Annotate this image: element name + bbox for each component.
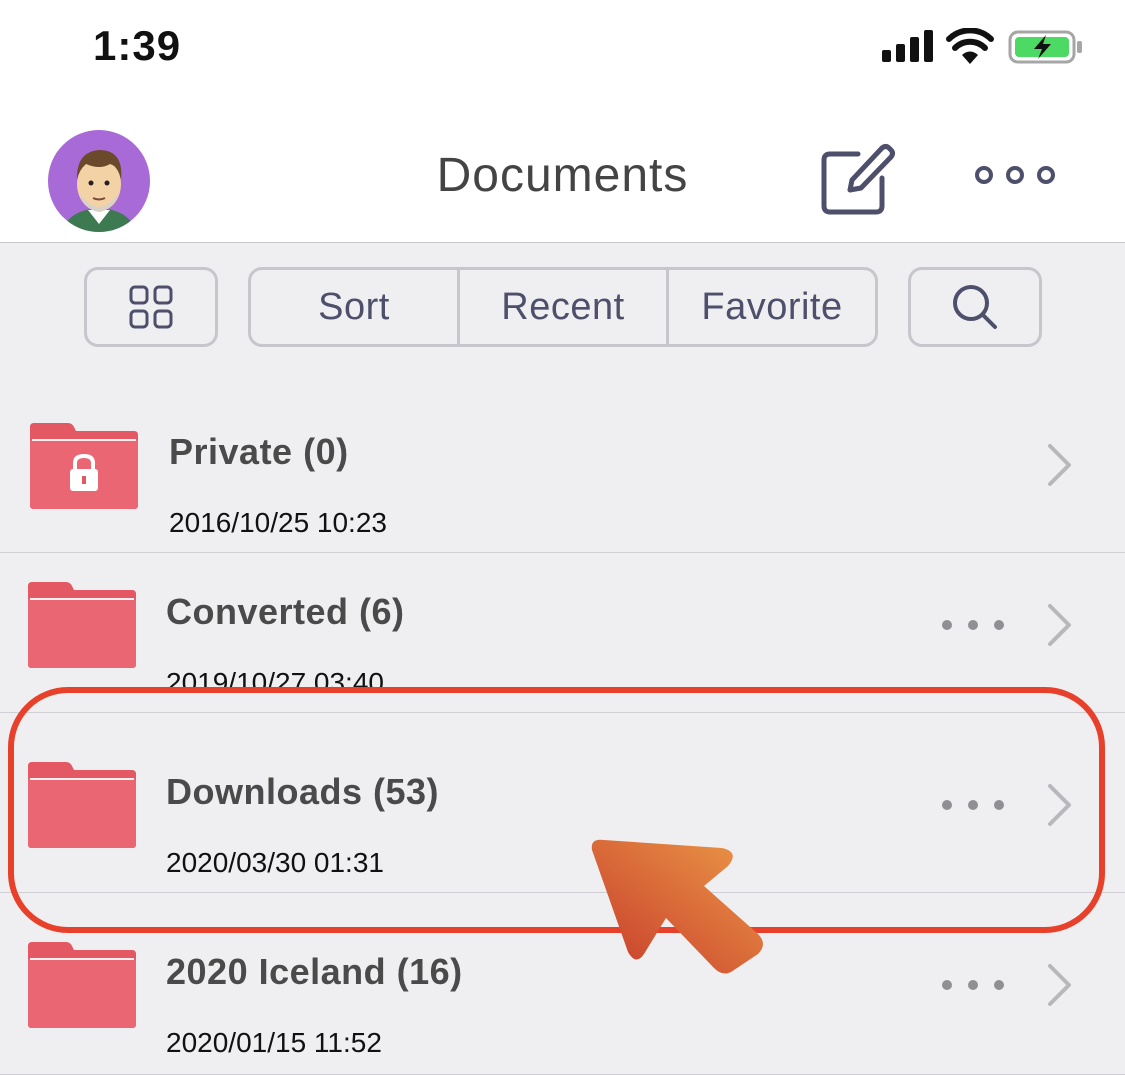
favorite-button[interactable]: Favorite <box>666 270 875 344</box>
cellular-signal-icon <box>882 30 933 62</box>
folder-name: Converted (6) <box>166 591 405 632</box>
more-options-icon[interactable] <box>940 795 1006 815</box>
more-horizontal-icon[interactable] <box>970 160 1060 190</box>
list-item-downloads[interactable]: Downloads (53) 2020/03/30 01:31 <box>0 713 1125 893</box>
chevron-right-icon[interactable] <box>1044 962 1074 1008</box>
list-item-private[interactable]: Private (0) 2016/10/25 10:23 <box>0 393 1125 553</box>
grid-view-icon <box>129 285 173 329</box>
page-title: Documents <box>436 149 689 202</box>
recent-button[interactable]: Recent <box>457 270 666 344</box>
list-item-converted[interactable]: Converted (6) 2019/10/27 03:40 <box>0 553 1125 713</box>
folder-icon <box>28 582 136 668</box>
sort-button[interactable]: Sort <box>251 270 457 344</box>
folder-name: Private (0) <box>169 431 349 472</box>
status-time: 1:39 <box>93 22 182 69</box>
locked-folder-icon <box>30 423 138 509</box>
grid-view-button[interactable] <box>84 267 218 347</box>
folder-icon <box>28 942 136 1028</box>
folder-date: 2019/10/27 03:40 <box>166 667 384 687</box>
battery-charging-icon <box>1008 30 1082 64</box>
folder-date: 2020/01/15 11:52 <box>166 1027 382 1058</box>
more-options-icon[interactable] <box>940 615 1006 635</box>
filter-segmented-control: Sort Recent Favorite <box>248 267 878 347</box>
folder-icon <box>28 762 136 848</box>
folder-date: 2016/10/25 10:23 <box>169 507 387 538</box>
wifi-icon <box>946 28 994 64</box>
chevron-right-icon[interactable] <box>1044 782 1074 828</box>
folder-name: Downloads (53) <box>166 771 440 812</box>
more-options-icon[interactable] <box>940 975 1006 995</box>
list-item-2020-iceland[interactable]: 2020 Iceland (16) 2020/01/15 11:52 <box>0 893 1125 1075</box>
search-button[interactable] <box>908 267 1042 347</box>
folder-name: 2020 Iceland (16) <box>166 951 463 992</box>
chevron-right-icon[interactable] <box>1044 442 1074 488</box>
folder-date: 2020/03/30 01:31 <box>166 847 384 878</box>
chevron-right-icon[interactable] <box>1044 602 1074 648</box>
search-icon <box>953 285 997 329</box>
compose-icon[interactable] <box>818 140 898 220</box>
